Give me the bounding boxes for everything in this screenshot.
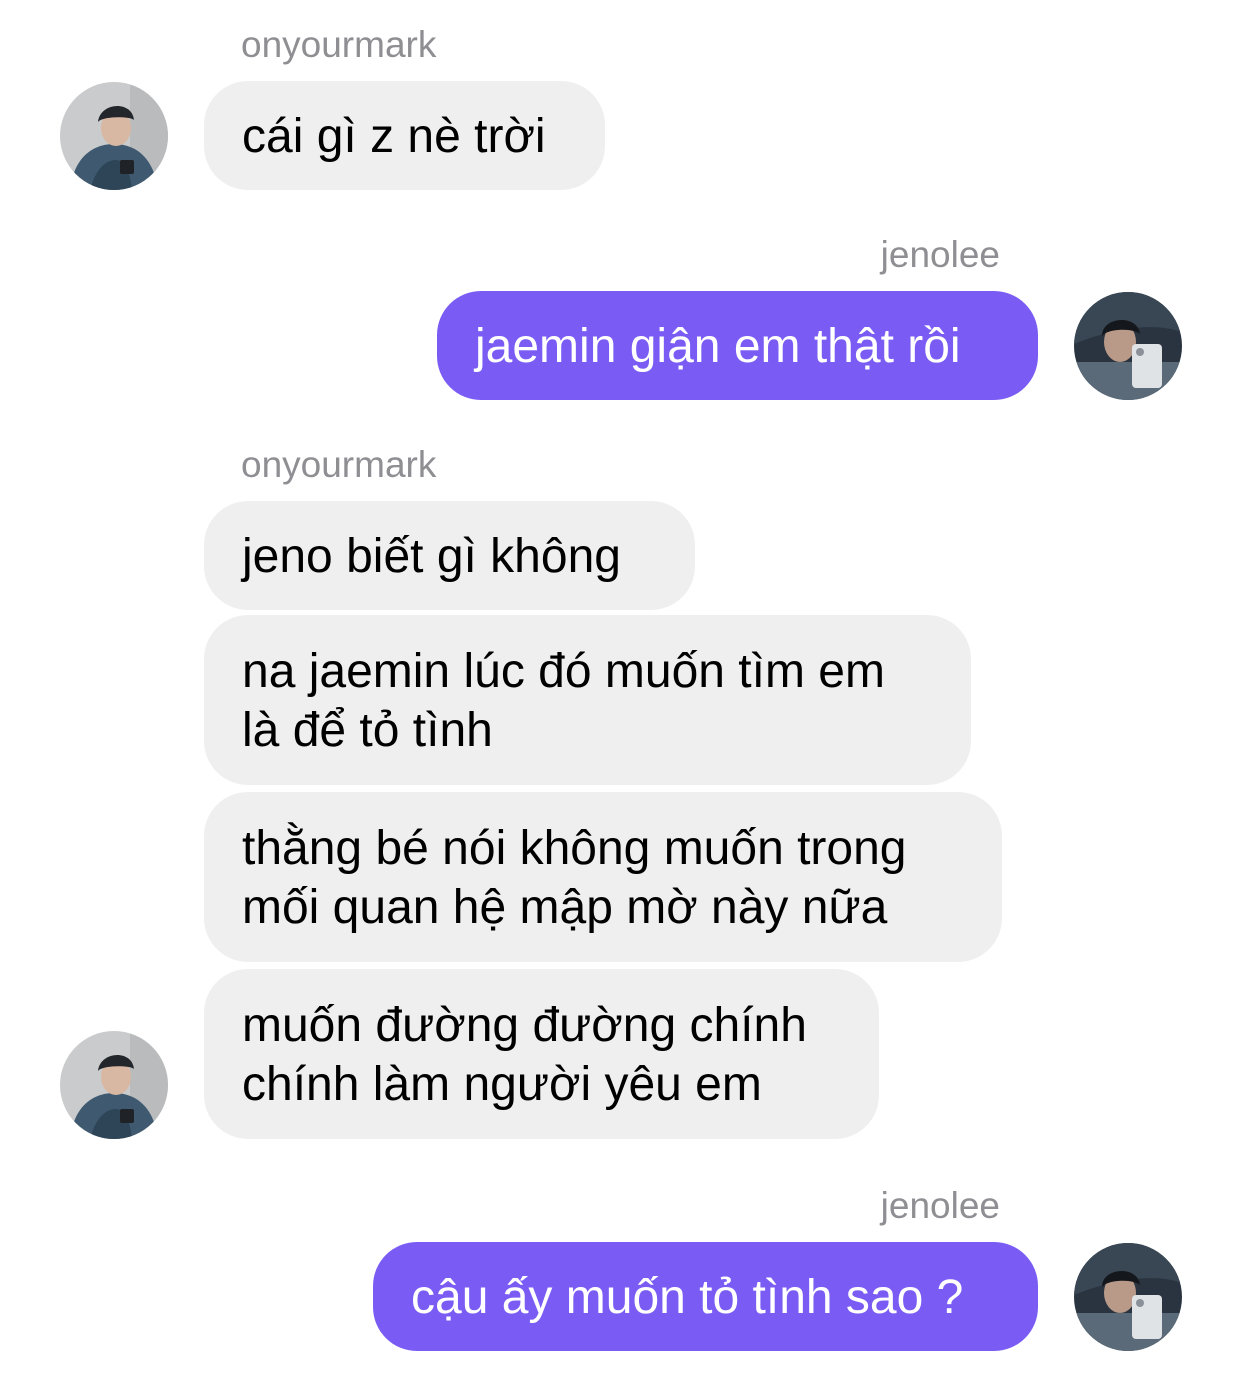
message-text-line: na jaemin lúc đó muốn tìm em (242, 645, 885, 698)
onyourmark-avatar-icon[interactable] (60, 1031, 168, 1139)
message-text-line: muốn đường đường chính (242, 999, 807, 1052)
sender-name-onyourmark: onyourmark (241, 24, 437, 65)
message-bubble-outgoing[interactable]: jaemin giận em thật rồi (437, 291, 1038, 400)
message-bubble-outgoing[interactable]: cậu ấy muốn tỏ tình sao ? (373, 1242, 1038, 1351)
message-text-line: chính làm người yêu em (242, 1058, 762, 1111)
message-text-line: thằng bé nói không muốn trong (242, 822, 907, 875)
message-bubble-incoming[interactable]: cái gì z nè trời (204, 81, 605, 190)
message-bubble-incoming[interactable]: na jaemin lúc đó muốn tìm em là để tỏ tì… (204, 615, 971, 785)
sender-name-jenolee: jenolee (880, 234, 1000, 275)
message-text: cậu ấy muốn tỏ tình sao ? (411, 1271, 964, 1324)
message-text: jeno biết gì không (242, 530, 621, 583)
message-text-line: mối quan hệ mập mờ này nữa (242, 881, 888, 934)
jenolee-avatar-icon[interactable] (1074, 292, 1182, 400)
message-bubble-incoming[interactable]: thằng bé nói không muốn trong mối quan h… (204, 792, 1002, 962)
message-bubble-incoming[interactable]: jeno biết gì không (204, 501, 695, 610)
message-text: jaemin giận em thật rồi (475, 320, 961, 373)
jenolee-avatar-icon[interactable] (1074, 1243, 1182, 1351)
sender-name-jenolee: jenolee (880, 1185, 1000, 1226)
sender-name-onyourmark: onyourmark (241, 444, 437, 485)
message-bubble-incoming[interactable]: muốn đường đường chính chính làm người y… (204, 969, 879, 1139)
onyourmark-avatar-icon[interactable] (60, 82, 168, 190)
message-text: cái gì z nè trời (242, 110, 546, 163)
message-text-line: là để tỏ tình (242, 704, 493, 757)
